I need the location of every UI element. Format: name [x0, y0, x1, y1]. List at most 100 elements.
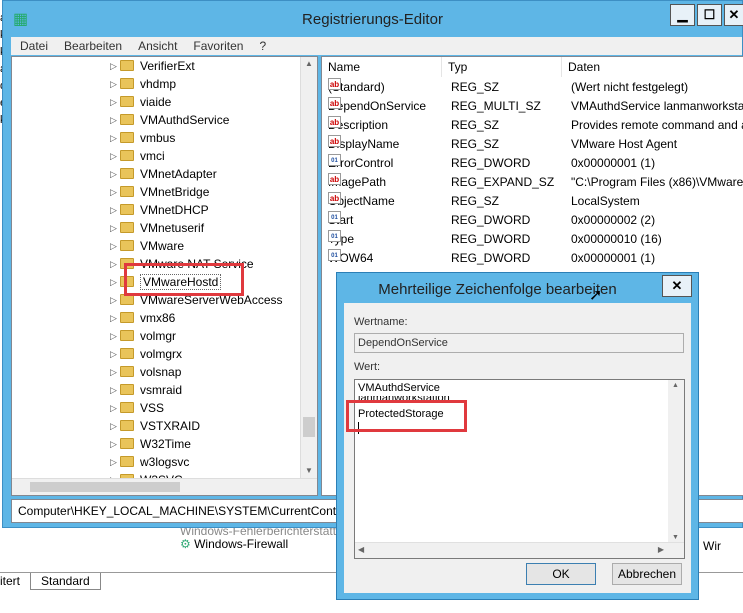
expand-arrow-icon[interactable]: ▷: [110, 327, 117, 345]
scroll-thumb[interactable]: [303, 417, 315, 437]
scroll-down-icon[interactable]: ▼: [672, 534, 679, 541]
scroll-thumb[interactable]: [30, 482, 180, 492]
string-value-icon: ab: [328, 78, 341, 90]
string-value-icon: ab: [328, 97, 341, 109]
expand-arrow-icon[interactable]: ▷: [110, 363, 117, 381]
tree-item[interactable]: ▷ VMAuthdService: [110, 111, 230, 129]
expand-arrow-icon[interactable]: ▷: [110, 291, 117, 309]
value-type: REG_SZ: [451, 137, 500, 151]
tree-item[interactable]: ▷ VMnetAdapter: [110, 165, 217, 183]
highlight-box: [124, 263, 244, 296]
table-row[interactable]: 01 Type REG_DWORD 0x00000010 (16): [322, 230, 743, 249]
tree-item[interactable]: ▷ vmci: [110, 147, 165, 165]
wert-horizontal-scrollbar[interactable]: ◀ ▶: [355, 542, 684, 558]
tree-item[interactable]: ▷ volmgrx: [110, 345, 182, 363]
tree-item[interactable]: ▷ volsnap: [110, 363, 181, 381]
tree-item-label: VMAuthdService: [140, 113, 230, 127]
expand-arrow-icon[interactable]: ▷: [110, 273, 117, 291]
tree-item[interactable]: ▷ VSTXRAID: [110, 417, 200, 435]
expand-arrow-icon[interactable]: ▷: [110, 453, 117, 471]
column-header-data[interactable]: Daten: [562, 57, 743, 77]
value-type: REG_DWORD: [451, 232, 531, 246]
binary-value-icon: 01: [328, 230, 341, 242]
tree-item[interactable]: ▷ W32Time: [110, 435, 191, 453]
expand-arrow-icon[interactable]: ▷: [110, 147, 117, 165]
table-row[interactable]: 01 WOW64 REG_DWORD 0x00000001 (1): [322, 249, 743, 268]
maximize-button[interactable]: ☐: [697, 4, 722, 26]
service-row[interactable]: ⚙ Windows-Firewall: [180, 537, 288, 551]
tab-standard[interactable]: Standard: [30, 573, 101, 590]
minimize-button[interactable]: ▁: [670, 4, 695, 26]
ok-button[interactable]: OK: [526, 563, 596, 585]
menu-bearbeiten[interactable]: Bearbeiten: [55, 37, 129, 55]
tree-item-label: viaide: [140, 95, 172, 109]
expand-arrow-icon[interactable]: ▷: [110, 309, 117, 327]
tree-vertical-scrollbar[interactable]: ▲ ▼: [300, 57, 317, 495]
scroll-left-icon[interactable]: ◀: [358, 545, 364, 554]
folder-icon: [120, 420, 134, 431]
string-value-icon: ab: [328, 135, 341, 147]
table-row[interactable]: 01 ErrorControl REG_DWORD 0x00000001 (1): [322, 154, 743, 173]
tree-item-label: vmci: [140, 149, 165, 163]
close-button[interactable]: ✕: [724, 4, 743, 26]
cancel-button[interactable]: Abbrechen: [612, 563, 682, 585]
expand-arrow-icon[interactable]: ▷: [110, 75, 117, 93]
value-data: VMAuthdService lanmanworkstat: [571, 99, 743, 113]
column-header-type[interactable]: Typ: [442, 57, 562, 77]
scroll-down-icon[interactable]: ▼: [305, 466, 313, 475]
expand-arrow-icon[interactable]: ▷: [110, 381, 117, 399]
expand-arrow-icon[interactable]: ▷: [110, 165, 117, 183]
tree-item[interactable]: ▷ viaide: [110, 93, 172, 111]
menu-favoriten[interactable]: Favoriten: [184, 37, 250, 55]
tab-extended[interactable]: itert: [0, 573, 20, 589]
expand-arrow-icon[interactable]: ▷: [110, 201, 117, 219]
expand-arrow-icon[interactable]: ▷: [110, 111, 117, 129]
tree-item[interactable]: ▷ vmbus: [110, 129, 175, 147]
tree-item[interactable]: ▷ VMnetDHCP: [110, 201, 209, 219]
value-name-cell: ab (Standard): [328, 78, 385, 97]
menu-datei[interactable]: Datei: [11, 37, 55, 55]
expand-arrow-icon[interactable]: ▷: [110, 435, 117, 453]
expand-arrow-icon[interactable]: ▷: [110, 183, 117, 201]
tree-item[interactable]: ▷ VSS: [110, 399, 164, 417]
expand-arrow-icon[interactable]: ▷: [110, 219, 117, 237]
expand-arrow-icon[interactable]: ▷: [110, 237, 117, 255]
folder-icon: [120, 186, 134, 197]
table-row[interactable]: 01Start REG_DWORD 0x00000002 (2): [322, 211, 743, 230]
value-name-cell: ab DependOnService: [328, 97, 426, 116]
expand-arrow-icon[interactable]: ▷: [110, 129, 117, 147]
tree-item[interactable]: ▷ vmx86: [110, 309, 175, 327]
folder-icon: [120, 384, 134, 395]
tree-item[interactable]: ▷ VMnetuserif: [110, 219, 204, 237]
menu-help[interactable]: ?: [250, 37, 273, 55]
table-row[interactable]: ab DependOnService REG_MULTI_SZ VMAuthdServ…: [322, 97, 743, 116]
tree-item[interactable]: ▷ vsmraid: [110, 381, 182, 399]
expand-arrow-icon[interactable]: ▷: [110, 399, 117, 417]
column-header-name[interactable]: Name: [322, 57, 442, 77]
tree-item[interactable]: ▷ vhdmp: [110, 75, 176, 93]
tree-horizontal-scrollbar[interactable]: [12, 478, 317, 495]
tree-item[interactable]: ▷ w3logsvc: [110, 453, 189, 471]
expand-arrow-icon[interactable]: ▷: [110, 57, 117, 75]
expand-arrow-icon[interactable]: ▷: [110, 345, 117, 363]
expand-arrow-icon[interactable]: ▷: [110, 255, 117, 273]
scroll-right-icon[interactable]: ▶: [658, 545, 664, 554]
scroll-up-icon[interactable]: ▲: [672, 382, 679, 389]
scroll-up-icon[interactable]: ▲: [305, 59, 313, 68]
table-row[interactable]: ab DisplayName REG_SZ VMware Host Agent: [322, 135, 743, 154]
tree-item[interactable]: ▷ VMnetBridge: [110, 183, 209, 201]
table-row[interactable]: ab ImagePath REG_EXPAND_SZ "C:\Program File…: [322, 173, 743, 192]
tree-item[interactable]: ▷ VMware: [110, 237, 184, 255]
table-row[interactable]: ab Description REG_SZ Provides remote comma…: [322, 116, 743, 135]
table-row[interactable]: ab ObjectName REG_SZ LocalSystem: [322, 192, 743, 211]
expand-arrow-icon[interactable]: ▷: [110, 93, 117, 111]
tree-item[interactable]: ▷ volmgr: [110, 327, 176, 345]
title-bar[interactable]: ▦ Registrierungs-Editor ▁ ☐ ✕: [3, 1, 743, 37]
table-row[interactable]: ab (Standard) REG_SZ (Wert nicht festgelegt…: [322, 78, 743, 97]
wert-vertical-scrollbar[interactable]: ▲ ▼: [668, 380, 684, 543]
expand-arrow-icon[interactable]: ▷: [110, 417, 117, 435]
menu-ansicht[interactable]: Ansicht: [129, 37, 184, 55]
dialog-close-button[interactable]: ✕: [662, 275, 692, 297]
tree-item[interactable]: ▷ VerifierExt: [110, 57, 195, 75]
folder-icon: [120, 168, 134, 179]
